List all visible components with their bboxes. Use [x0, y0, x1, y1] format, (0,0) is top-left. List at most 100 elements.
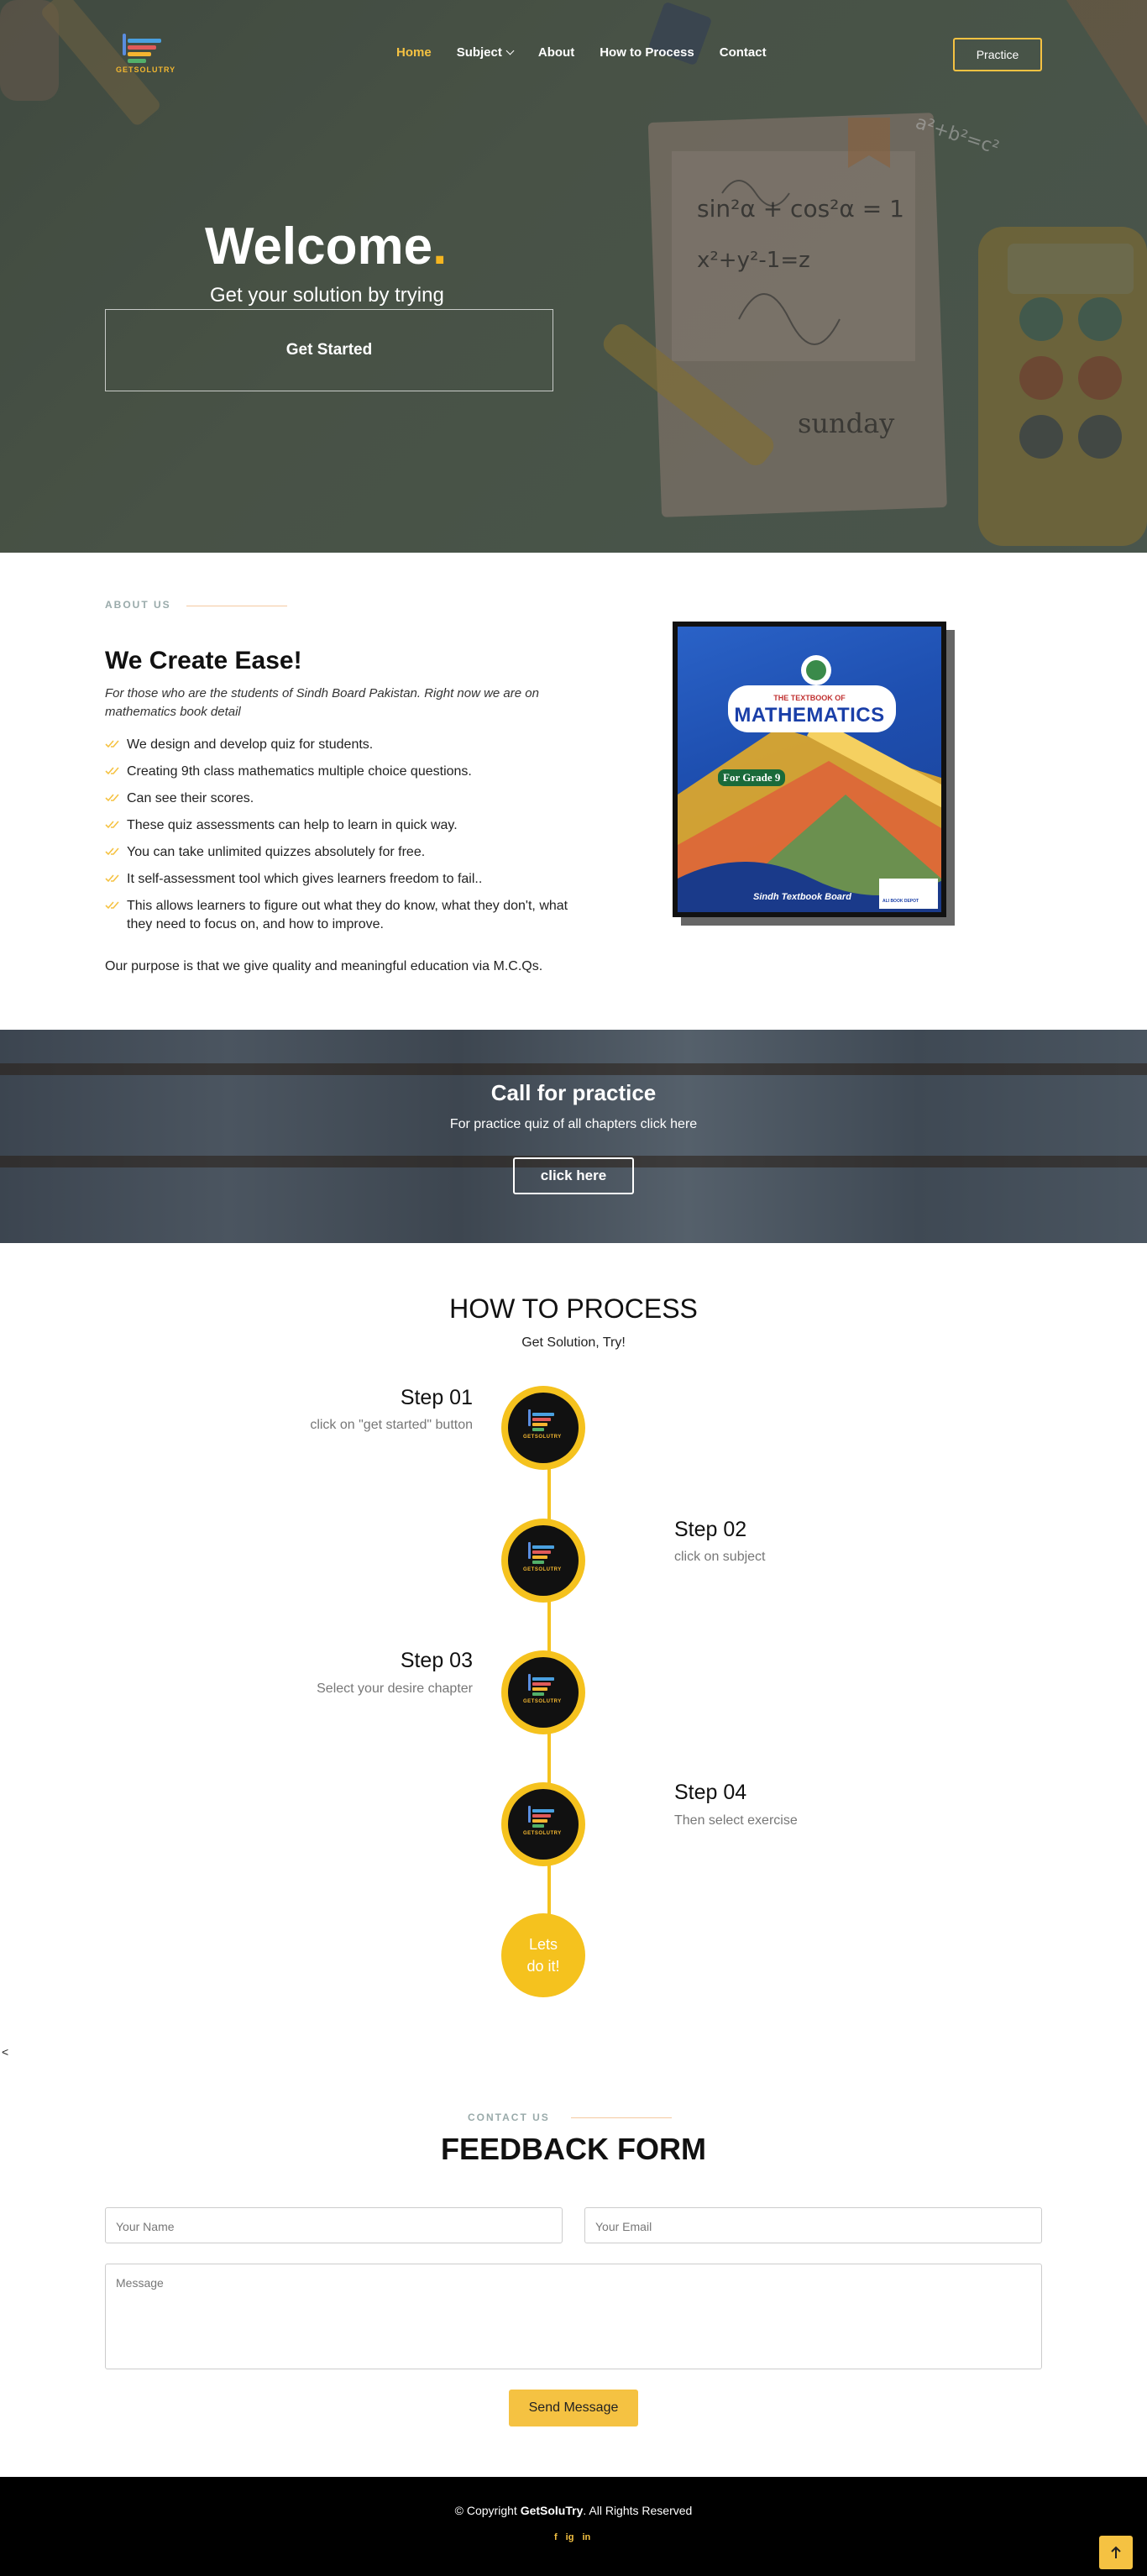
hero-title-text: Welcome — [205, 218, 433, 275]
mini-logo-text: GETSOLUTRY — [523, 1567, 562, 1572]
double-check-icon — [105, 847, 119, 856]
lets-do-line-1: Lets — [528, 1936, 558, 1953]
call-for-practice-title: Call for practice — [490, 1080, 657, 1105]
message-field[interactable]: Message — [105, 2264, 1042, 2369]
feedback-form-heading: FEEDBACK FORM — [441, 2132, 706, 2166]
facebook-icon[interactable]: f — [554, 2532, 558, 2542]
step-04-desc: Then select exercise — [674, 1813, 798, 1828]
about-point-text: We design and develop quiz for students. — [127, 737, 374, 752]
hero-title: Welcome. — [205, 217, 447, 276]
about-point-text: These quiz assessments can help to learn… — [127, 818, 458, 832]
nav-subject[interactable]: Subject — [456, 45, 515, 60]
get-started-button[interactable]: Get Started — [105, 309, 553, 391]
mini-logo-text: GETSOLUTRY — [523, 1699, 562, 1704]
mini-logo-icon: GETSOLUTRY — [523, 1804, 563, 1843]
double-check-icon — [105, 740, 119, 748]
instagram-icon[interactable]: ig — [566, 2532, 574, 2542]
list-item: Creating 9th class mathematics multiple … — [105, 763, 584, 781]
about-point-text: This allows learners to figure out what … — [127, 899, 568, 931]
double-check-icon — [105, 901, 119, 910]
book-cover-art: THE TEXTBOOK OF MATHEMATICS For Grade 9 … — [678, 627, 941, 912]
nav-home[interactable]: Home — [396, 45, 432, 60]
nav-contact[interactable]: Contact — [720, 45, 767, 60]
hero-title-dot: . — [432, 218, 448, 275]
timeline-step-circle: GETSOLUTRY — [501, 1519, 585, 1603]
timeline-step-circle: GETSOLUTRY — [501, 1386, 585, 1470]
copyright-suffix: . All Rights Reserved — [583, 2504, 693, 2517]
mini-logo-icon: GETSOLUTRY — [523, 1672, 563, 1711]
mini-logo-icon: GETSOLUTRY — [523, 1408, 563, 1446]
about-point-text: It self-assessment tool which gives lear… — [127, 872, 483, 886]
copyright-prefix: © Copyright — [454, 2504, 521, 2517]
double-check-icon — [105, 767, 119, 775]
click-here-button[interactable]: click here — [513, 1157, 634, 1194]
contact-label: CONTACT US — [468, 2112, 550, 2123]
book-top-text: THE TEXTBOOK OF — [773, 694, 846, 702]
mini-logo-text: GETSOLUTRY — [523, 1435, 562, 1440]
about-intro: For those who are the students of Sindh … — [105, 686, 539, 719]
email-field[interactable]: Your Email — [584, 2207, 1042, 2243]
book-cover-illustration — [678, 655, 941, 912]
list-item: This allows learners to figure out what … — [105, 897, 584, 934]
back-to-top-button[interactable] — [1099, 2536, 1133, 2569]
arrow-up-icon — [1111, 2546, 1121, 2558]
nav-subject-label: Subject — [456, 45, 502, 60]
about-purpose: Our purpose is that we give quality and … — [105, 959, 543, 973]
linkedin-icon[interactable]: in — [582, 2532, 590, 2542]
copyright-brand: GetSoluTry — [520, 2504, 584, 2517]
double-check-icon — [105, 794, 119, 802]
step-04-title: Step 04 — [674, 1781, 747, 1804]
mini-logo-icon: GETSOLUTRY — [523, 1540, 563, 1579]
list-item: These quiz assessments can help to learn… — [105, 816, 584, 835]
double-check-icon — [105, 821, 119, 829]
shelf-decor — [0, 1063, 1147, 1075]
social-links: f ig in — [554, 2532, 590, 2542]
practice-button[interactable]: Practice — [953, 38, 1042, 71]
lets-do-line-2: do it! — [526, 1958, 560, 1975]
step-02-title: Step 02 — [674, 1518, 747, 1541]
site-logo[interactable]: GETSOLUTRY — [113, 27, 180, 77]
about-heading: We Create Ease! — [105, 647, 302, 674]
book-title: MATHEMATICS — [734, 704, 885, 727]
book-publisher: ALI BOOK DEPOT — [883, 899, 919, 904]
contact-label-divider — [571, 2117, 672, 2118]
book-grade: For Grade 9 — [718, 769, 786, 786]
list-item: It self-assessment tool which gives lear… — [105, 870, 584, 889]
how-to-process-title: HOW TO PROCESS — [449, 1293, 698, 1324]
double-check-icon — [105, 874, 119, 883]
name-field[interactable]: Your Name — [105, 2207, 563, 2243]
list-item: You can take unlimited quizzes absolutel… — [105, 843, 584, 862]
about-point-text: Creating 9th class mathematics multiple … — [127, 764, 472, 779]
list-item: We design and develop quiz for students. — [105, 736, 584, 754]
timeline-step-circle: GETSOLUTRY — [501, 1650, 585, 1734]
main-nav: Home Subject About How to Process Contac… — [396, 45, 792, 60]
hero-section: sin²α + cos²α = 1 x²+y²-1=z sunday a²+b²… — [0, 0, 1147, 553]
call-for-practice-subtitle: For practice quiz of all chapters click … — [449, 1117, 698, 1131]
about-points-list: We design and develop quiz for students.… — [105, 736, 584, 942]
step-03-desc: Select your desire chapter — [317, 1681, 473, 1696]
about-point-text: Can see their scores. — [127, 791, 254, 805]
lets-do-it-circle: Lets do it! — [501, 1913, 585, 1997]
step-01-desc: click on "get started" button — [310, 1418, 473, 1432]
list-item: Can see their scores. — [105, 790, 584, 808]
footer: © Copyright GetSoluTry. All Rights Reser… — [0, 2477, 1147, 2576]
mini-logo-text: GETSOLUTRY — [523, 1831, 562, 1836]
step-03-title: Step 03 — [400, 1649, 473, 1672]
step-02-desc: click on subject — [674, 1550, 766, 1564]
logo-text: GETSOLUTRY — [116, 66, 176, 74]
chevron-down-icon — [505, 46, 515, 55]
nav-about[interactable]: About — [538, 45, 574, 60]
how-to-process-subtitle: Get Solution, Try! — [521, 1335, 626, 1350]
hero-subtitle: Get your solution by trying — [210, 284, 444, 307]
copyright-text: © Copyright GetSoluTry. All Rights Reser… — [0, 2504, 1147, 2517]
timeline-step-circle: GETSOLUTRY — [501, 1782, 585, 1866]
call-for-practice-section: Call for practice For practice quiz of a… — [0, 1030, 1147, 1243]
book-board: Sindh Textbook Board — [753, 892, 851, 902]
math-book-cover: THE TEXTBOOK OF MATHEMATICS For Grade 9 … — [673, 622, 946, 917]
nav-how-to-process[interactable]: How to Process — [600, 45, 694, 60]
hero-overlay — [0, 0, 1147, 553]
send-message-button[interactable]: Send Message — [509, 2390, 638, 2426]
stray-character: < — [2, 2045, 9, 2059]
about-label: ABOUT US — [105, 599, 171, 611]
step-01-title: Step 01 — [400, 1386, 473, 1409]
